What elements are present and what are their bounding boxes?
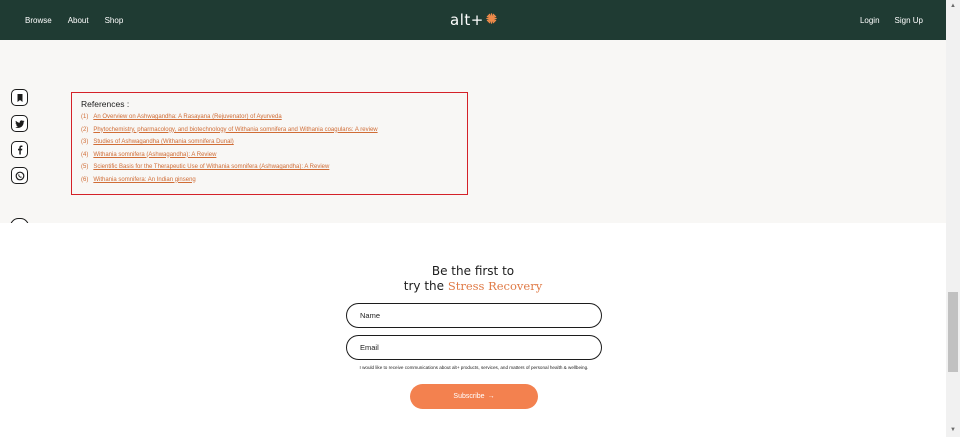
scroll-down-icon[interactable]: ▼ — [949, 426, 957, 434]
nav-link-shop[interactable]: Shop — [105, 16, 124, 25]
page-scrollbar[interactable]: ▲ ▼ — [946, 0, 960, 437]
reference-link[interactable]: Studies of Ashwagandha (Withania somnife… — [93, 136, 233, 149]
references-title: References : — [81, 99, 130, 109]
product-name-accent: Stress Recovery — [447, 279, 543, 293]
login-link[interactable]: Login — [860, 16, 880, 25]
reference-link[interactable]: Scientific Basis for the Therapeutic Use… — [93, 161, 329, 174]
subscribe-label: Subscribe — [453, 393, 485, 400]
twitter-icon[interactable] — [11, 115, 28, 132]
nav-left-group: Browse About Shop — [25, 0, 123, 40]
arrow-right-icon: → — [487, 393, 495, 400]
reference-item: (3) Studies of Ashwagandha (Withania som… — [81, 136, 459, 149]
reference-number: (6) — [81, 176, 89, 183]
reference-link[interactable]: Withania somnifera (Ashwagandha): A Revi… — [93, 149, 216, 162]
reference-link[interactable]: An Overview on Ashwagandha: A Rasayana (… — [93, 111, 281, 124]
reference-item: (4) Withania somnifera (Ashwagandha): A … — [81, 149, 459, 162]
top-navigation-bar: Browse About Shop alt+ Login Sign Up — [0, 0, 946, 40]
reference-number: (3) — [81, 139, 89, 145]
nav-right-group: Login Sign Up — [860, 0, 923, 40]
heading-prefix: try the — [403, 279, 448, 293]
scroll-up-icon[interactable]: ▲ — [949, 2, 957, 10]
references-box: References : (1) An Overview on Ashwagan… — [71, 92, 468, 195]
logo-text: alt+ — [450, 11, 484, 29]
scroll-thumb[interactable] — [948, 292, 958, 372]
signup-link[interactable]: Sign Up — [895, 16, 923, 25]
reference-number: (1) — [81, 114, 89, 120]
signup-heading: Be the first to try the Stress Recovery — [0, 264, 946, 294]
reference-item: (5) Scientific Basis for the Therapeutic… — [81, 161, 459, 174]
consent-text: I would like to receive communications a… — [359, 365, 589, 370]
reference-number: (5) — [81, 164, 89, 170]
references-list: (1) An Overview on Ashwagandha: A Rasaya… — [81, 111, 459, 186]
reference-item: (1) An Overview on Ashwagandha: A Rasaya… — [81, 111, 459, 124]
signup-section: Be the first to try the Stress Recovery … — [0, 223, 946, 437]
heading-line-1: Be the first to — [431, 264, 515, 278]
heading-line-2: try the Stress Recovery — [0, 279, 946, 294]
reference-link[interactable]: Withania somnifera: An Indian ginseng — [93, 174, 195, 187]
nav-link-browse[interactable]: Browse — [25, 16, 52, 25]
name-field[interactable] — [346, 303, 602, 328]
reference-link[interactable]: Phytochemistry, pharmacology, and biotec… — [93, 124, 377, 137]
reference-number: (2) — [81, 126, 89, 133]
reference-item: (2) Phytochemistry, pharmacology, and bi… — [81, 124, 459, 137]
subscribe-button[interactable]: Subscribe → — [410, 384, 538, 409]
sunburst-icon — [486, 13, 497, 27]
whatsapp-icon[interactable] — [11, 167, 28, 184]
bookmark-icon[interactable] — [11, 89, 28, 106]
email-field[interactable] — [346, 335, 602, 360]
nav-link-about[interactable]: About — [68, 16, 89, 25]
reference-item: (6) Withania somnifera: An Indian ginsen… — [81, 174, 459, 187]
facebook-icon[interactable] — [11, 141, 28, 158]
brand-logo[interactable]: alt+ — [450, 10, 497, 30]
reference-number: (4) — [81, 151, 89, 158]
